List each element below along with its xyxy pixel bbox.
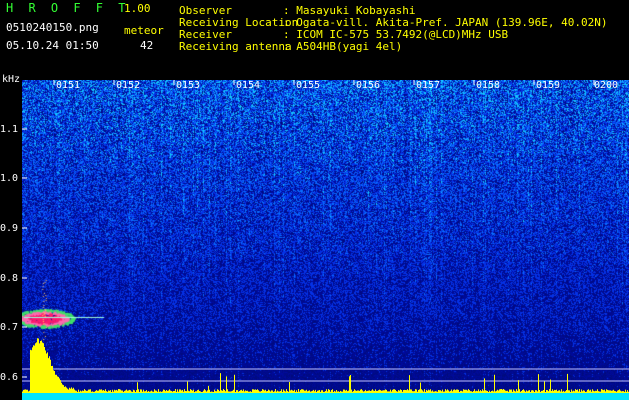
x-tick-label: 0154 [236,80,261,91]
y-tick-label: 0.6 [0,372,19,383]
meteor-count-value: 42 [140,39,154,52]
spectrogram-plot [22,80,629,400]
app-title: H R O F F T [6,1,130,15]
y-tick-label: 0.8 [0,273,19,284]
y-axis-unit: kHz [2,74,21,85]
antenna-value: : A504HB(yagi 4el) [283,40,403,53]
plot-overlay [22,80,629,400]
x-tick-label: 0159 [536,80,561,91]
x-tick-label: 0151 [56,80,81,91]
amplitude-baseline [22,393,629,400]
observation-datetime: 05.10.24 01:50 [6,39,99,52]
x-tick-label: 0157 [416,80,441,91]
header-panel: H R O F F T 1.00 0510240150.png meteor 0… [0,0,629,78]
x-tick-label: 0155 [296,80,321,91]
x-tick-label: 0152 [116,80,141,91]
y-tick-label: 0.7 [0,322,19,333]
y-tick-label: 1.1 [0,124,19,135]
file-name: 0510240150.png [6,21,99,34]
meteor-count-label: meteor [124,24,164,37]
x-tick-label: 0158 [476,80,501,91]
x-tick-label: 0200 [594,80,619,91]
x-tick-label: 0156 [356,80,381,91]
y-tick-label: 1.0 [0,173,19,184]
y-tick-label: 0.9 [0,223,19,234]
antenna-label: Receiving antenna [179,40,292,53]
app-version: 1.00 [124,2,151,15]
x-tick-label: 0153 [176,80,201,91]
